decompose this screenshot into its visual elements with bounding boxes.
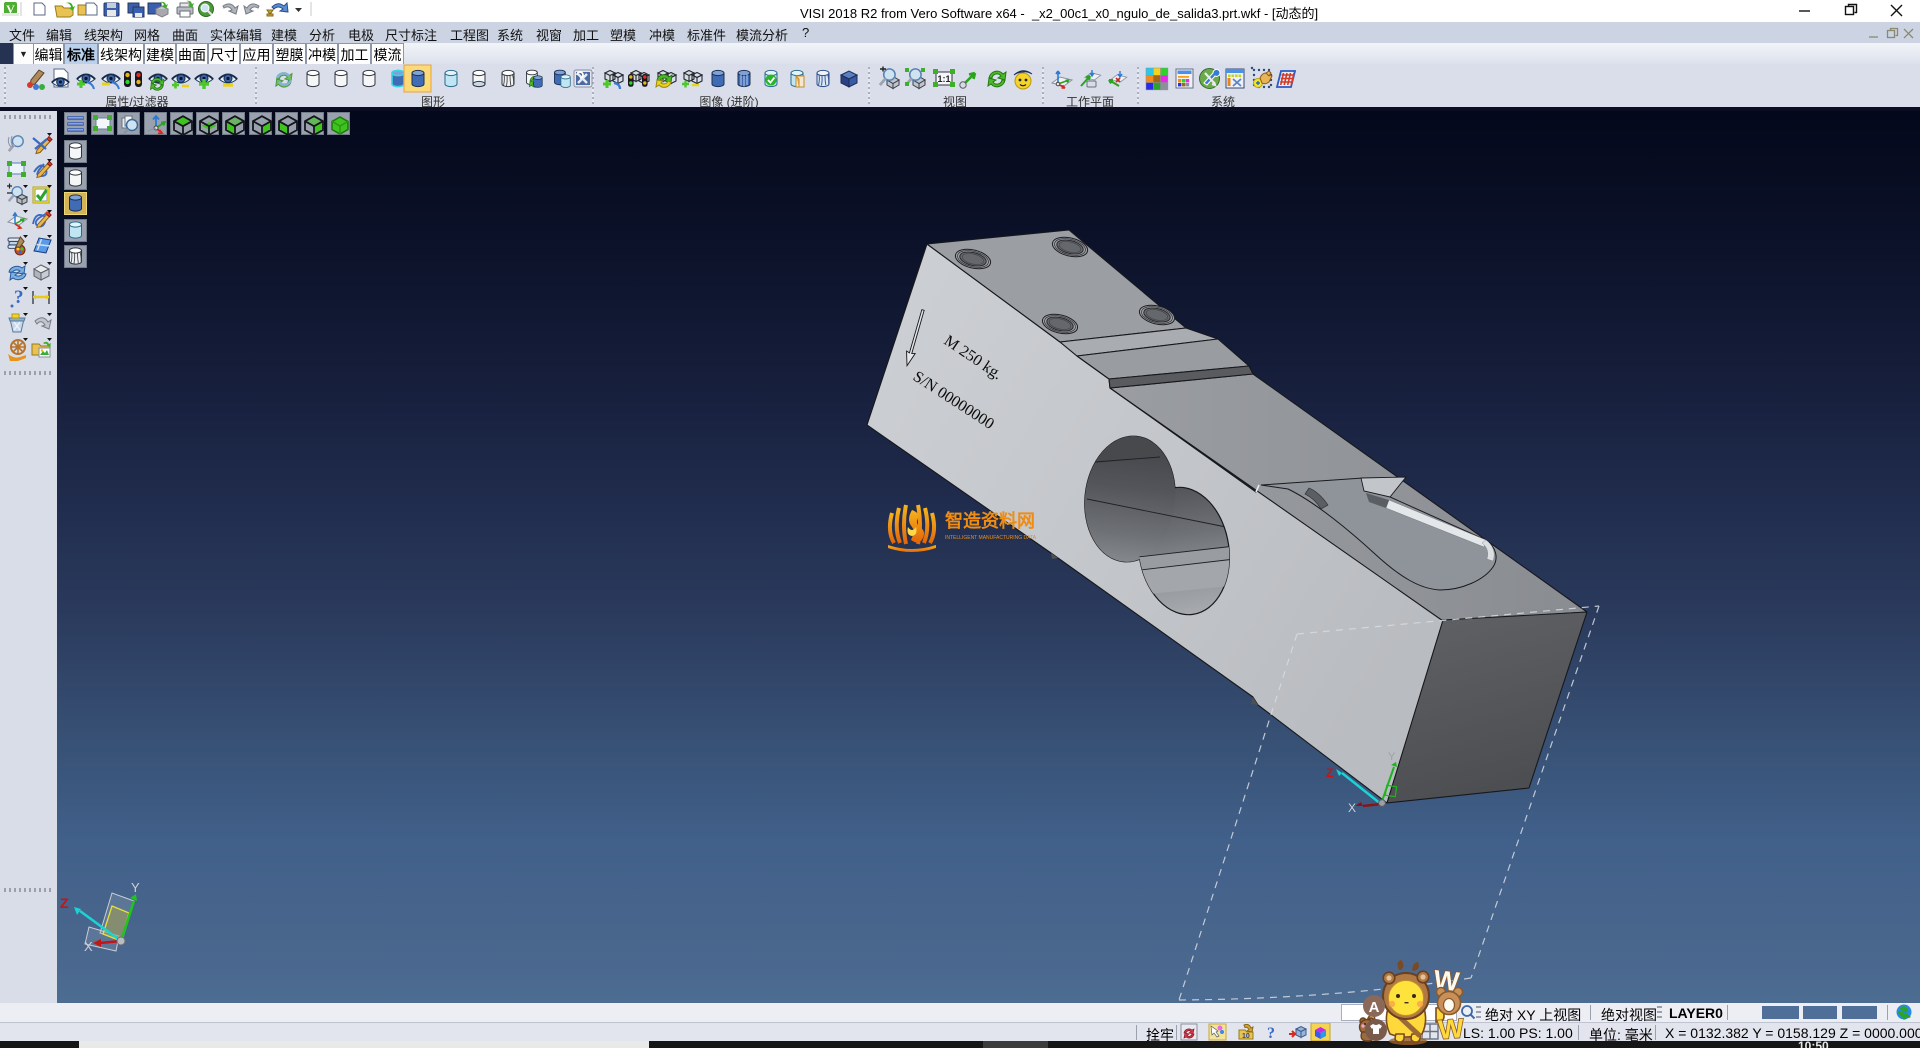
svg-text:A: A [1369,999,1380,1016]
svg-text:W: W [1437,1013,1465,1045]
